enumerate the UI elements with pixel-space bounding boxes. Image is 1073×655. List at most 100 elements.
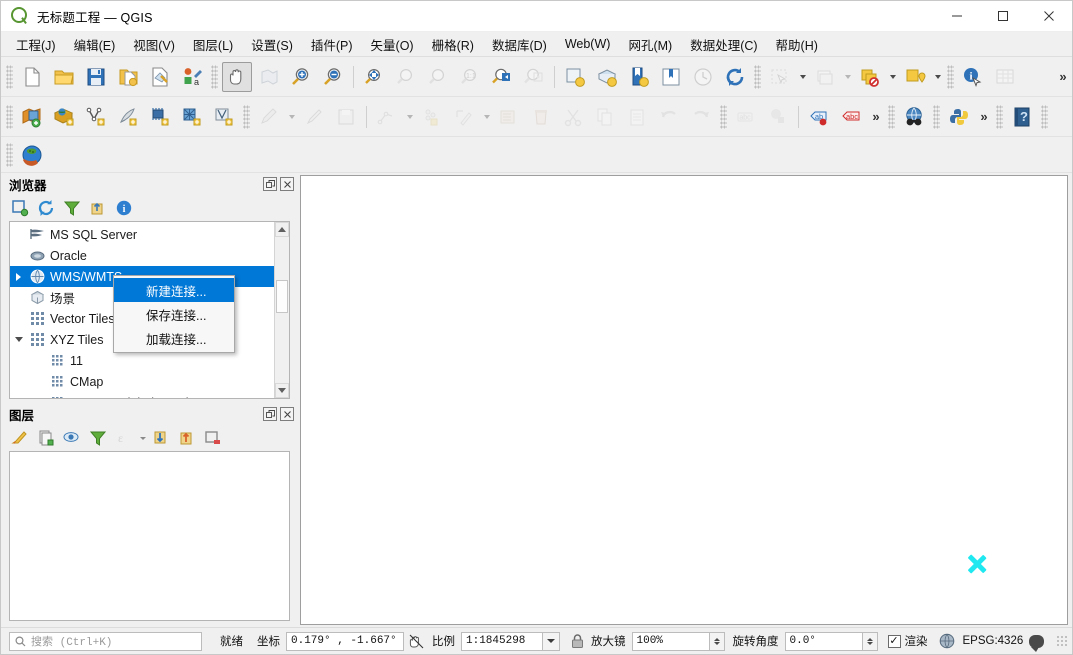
style-manager-icon[interactable]: a (177, 62, 207, 92)
browser-properties-icon[interactable]: i (111, 196, 136, 220)
select-by-value-icon[interactable] (855, 62, 885, 92)
help-icon[interactable]: ? (1007, 102, 1037, 132)
toolbar-grip-label[interactable] (720, 104, 727, 129)
messages-icon[interactable] (1029, 634, 1044, 652)
toggle-editing-icon[interactable] (299, 102, 329, 132)
manage-visibility-icon[interactable] (59, 426, 84, 450)
add-raster-layer-icon[interactable] (49, 102, 79, 132)
highlight-labels-icon[interactable]: abc (836, 102, 866, 132)
zoom-last-icon[interactable] (487, 62, 517, 92)
add-feature-icon[interactable] (372, 102, 402, 132)
minimize-button[interactable] (934, 1, 980, 32)
browser-tree[interactable]: MS SQL Server Oracle WMS/WMTS 场景 Vector … (10, 222, 274, 398)
deselect-icon[interactable] (810, 62, 840, 92)
layers-float-button[interactable] (263, 407, 277, 421)
browser-tree-item[interactable]: Oracle (10, 245, 274, 266)
cut-features-icon[interactable] (558, 102, 588, 132)
open-layer-styling-icon[interactable] (7, 426, 32, 450)
close-button[interactable] (1026, 1, 1072, 32)
menu-mesh[interactable]: 网孔(M) (619, 32, 681, 57)
select-features-icon[interactable] (765, 62, 795, 92)
pan-to-selection-icon[interactable] (254, 62, 284, 92)
copy-features-icon[interactable] (590, 102, 620, 132)
new-map-view-icon[interactable] (560, 62, 590, 92)
tree-expander[interactable] (10, 224, 27, 245)
new-3d-map-view-icon[interactable] (592, 62, 622, 92)
coordinate-input[interactable]: 0.179° , -1.667° (286, 631, 404, 651)
label-toolbar-overflow[interactable]: » (867, 102, 885, 132)
zoom-full-icon[interactable] (359, 62, 389, 92)
tree-expander[interactable] (10, 245, 27, 266)
toolbar-grip-plugin-row[interactable] (6, 142, 13, 167)
layout-manager-icon[interactable] (656, 62, 686, 92)
add-postgis-icon[interactable] (145, 102, 175, 132)
browser-tree-item[interactable]: 11 (10, 350, 274, 371)
undo-icon[interactable] (654, 102, 684, 132)
menu-web[interactable]: Web(W) (556, 34, 620, 54)
select-by-value-dropdown[interactable] (886, 62, 899, 92)
save-project-icon[interactable] (81, 62, 111, 92)
tree-expander[interactable] (10, 266, 27, 287)
scrollbar-track[interactable] (275, 237, 289, 383)
add-vector-layer-icon[interactable] (17, 102, 47, 132)
label-toolbar-icon[interactable]: abc (731, 102, 761, 132)
browser-tree-item[interactable]: Mapzen Global Terrain (10, 392, 274, 398)
tree-expander[interactable] (10, 287, 27, 308)
remove-layer-icon[interactable] (200, 426, 225, 450)
python-console-icon[interactable] (944, 102, 974, 132)
scroll-up-arrow-icon[interactable] (275, 222, 289, 237)
add-wms-layer-icon[interactable] (209, 102, 239, 132)
toolbar-grip-plugins[interactable] (933, 104, 940, 129)
menu-settings[interactable]: 设置(S) (242, 32, 302, 57)
add-mesh-layer-icon[interactable] (177, 102, 207, 132)
menu-view[interactable]: 视图(V) (124, 32, 184, 57)
toolbar-grip-map-nav[interactable] (211, 64, 218, 89)
scrollbar-thumb[interactable] (276, 280, 288, 313)
save-layer-edits-icon[interactable] (331, 102, 361, 132)
toggle-extents-icon[interactable] (407, 632, 425, 650)
globe-plugin-icon[interactable] (17, 140, 47, 170)
scale-dropdown-icon[interactable] (543, 631, 560, 651)
render-toggle[interactable]: ✓ 渲染 (887, 633, 928, 649)
zoom-native-icon[interactable]: 1:1 (455, 62, 485, 92)
open-project-icon[interactable] (49, 62, 79, 92)
current-edits-icon[interactable] (254, 102, 284, 132)
vertex-tool-icon[interactable] (449, 102, 479, 132)
temporal-controller-icon[interactable] (688, 62, 718, 92)
browser-scrollbar[interactable] (274, 222, 289, 398)
map-canvas[interactable] (300, 175, 1068, 625)
maximize-button[interactable] (980, 1, 1026, 32)
pan-map-icon[interactable] (222, 61, 252, 92)
select-features-dropdown[interactable] (796, 62, 809, 92)
add-group-icon[interactable] (33, 426, 58, 450)
delete-selected-icon[interactable] (526, 102, 556, 132)
zoom-to-layer-icon[interactable] (423, 62, 453, 92)
collapse-all-icon[interactable] (174, 426, 199, 450)
rotation-input[interactable]: 0.0° (784, 631, 863, 651)
add-spatialite-icon[interactable] (113, 102, 143, 132)
browser-float-button[interactable] (263, 177, 277, 191)
zoom-next-icon[interactable] (519, 62, 549, 92)
menu-vector[interactable]: 矢量(O) (362, 32, 423, 57)
filter-legend-dropdown[interactable] (137, 426, 148, 450)
toolbar-grip-web[interactable] (888, 104, 895, 129)
menu-project[interactable]: 工程(J) (7, 32, 65, 57)
refresh-icon[interactable] (720, 62, 750, 92)
toolbar-grip-help[interactable] (996, 104, 1003, 129)
deselect-dropdown[interactable] (841, 62, 854, 92)
metasearch-icon[interactable] (899, 102, 929, 132)
menu-edit[interactable]: 编辑(E) (65, 32, 125, 57)
context-menu-save-connection[interactable]: 保存连接... (114, 302, 234, 326)
menu-help[interactable]: 帮助(H) (767, 32, 827, 57)
zoom-to-selection-icon[interactable] (391, 62, 421, 92)
layers-close-button[interactable] (280, 407, 294, 421)
magnifier-stepper[interactable] (709, 631, 725, 651)
show-hide-labels-icon[interactable]: ab (804, 102, 834, 132)
tree-expander[interactable] (10, 308, 27, 329)
browser-tree-item[interactable]: MS SQL Server (10, 224, 274, 245)
modify-attributes-icon[interactable] (494, 102, 524, 132)
redo-icon[interactable] (686, 102, 716, 132)
toolbar-grip-identify[interactable] (947, 64, 954, 89)
add-selected-layers-icon[interactable] (7, 196, 32, 220)
zoom-in-icon[interactable] (286, 62, 316, 92)
